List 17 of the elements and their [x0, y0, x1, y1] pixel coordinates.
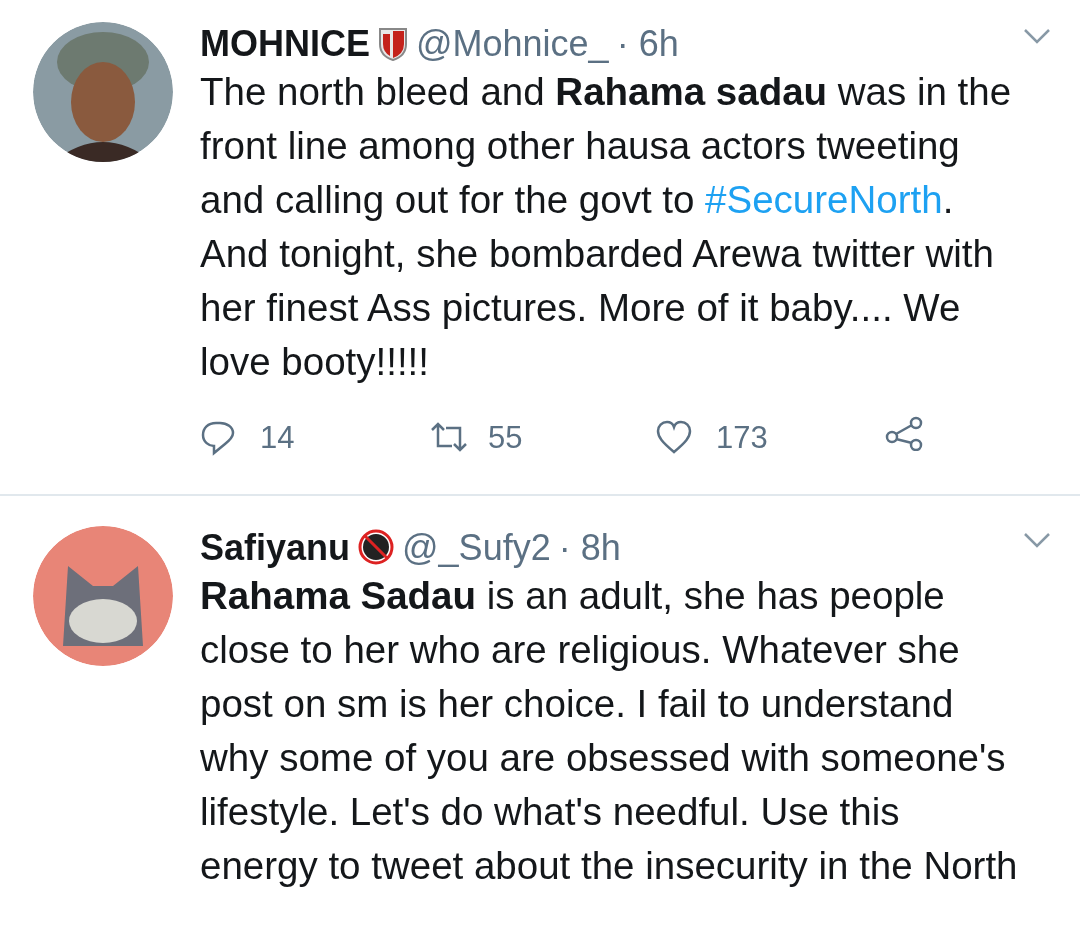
shield-icon [378, 25, 408, 62]
avatar[interactable] [33, 22, 173, 162]
prohibited-icon [358, 529, 395, 566]
user-name[interactable]: Safiyanu [200, 525, 351, 569]
like-count: 173 [716, 419, 768, 458]
share-icon[interactable] [884, 415, 924, 452]
user-handle[interactable]: @Mohnice_ [416, 22, 609, 66]
tweet-text: The north bleed and Rahama sadau was in the front line among other hausa actors tweeting and calling out for the govt to #SecureNorth. And tonight, she bombarded Arewa twitter with her finest Ass pictures. More of it baby.... We love booty!!!!! [200, 69, 1013, 386]
user-handle[interactable]: @_Sufy2 [402, 525, 551, 569]
tweet-text: Rahama Sadau is an adult, she has people close to her who are religious. Whatever she post on sm is her choice. I fail to understand why some of you are obsessed with someone's lifestyle. Let's do what's needful. Use this energy to tweet about the insecurity in the North [200, 572, 1019, 889]
retweet-count: 55 [488, 419, 523, 458]
user-name[interactable]: MOHNICE [200, 22, 370, 66]
tweet-time: · 6h [616, 22, 679, 66]
reply-count: 14 [260, 419, 295, 458]
chevron-icon[interactable] [1022, 26, 1052, 46]
tweet-time: · 8h [558, 525, 621, 569]
hashtag-link[interactable]: #SecureNorth [705, 178, 943, 222]
